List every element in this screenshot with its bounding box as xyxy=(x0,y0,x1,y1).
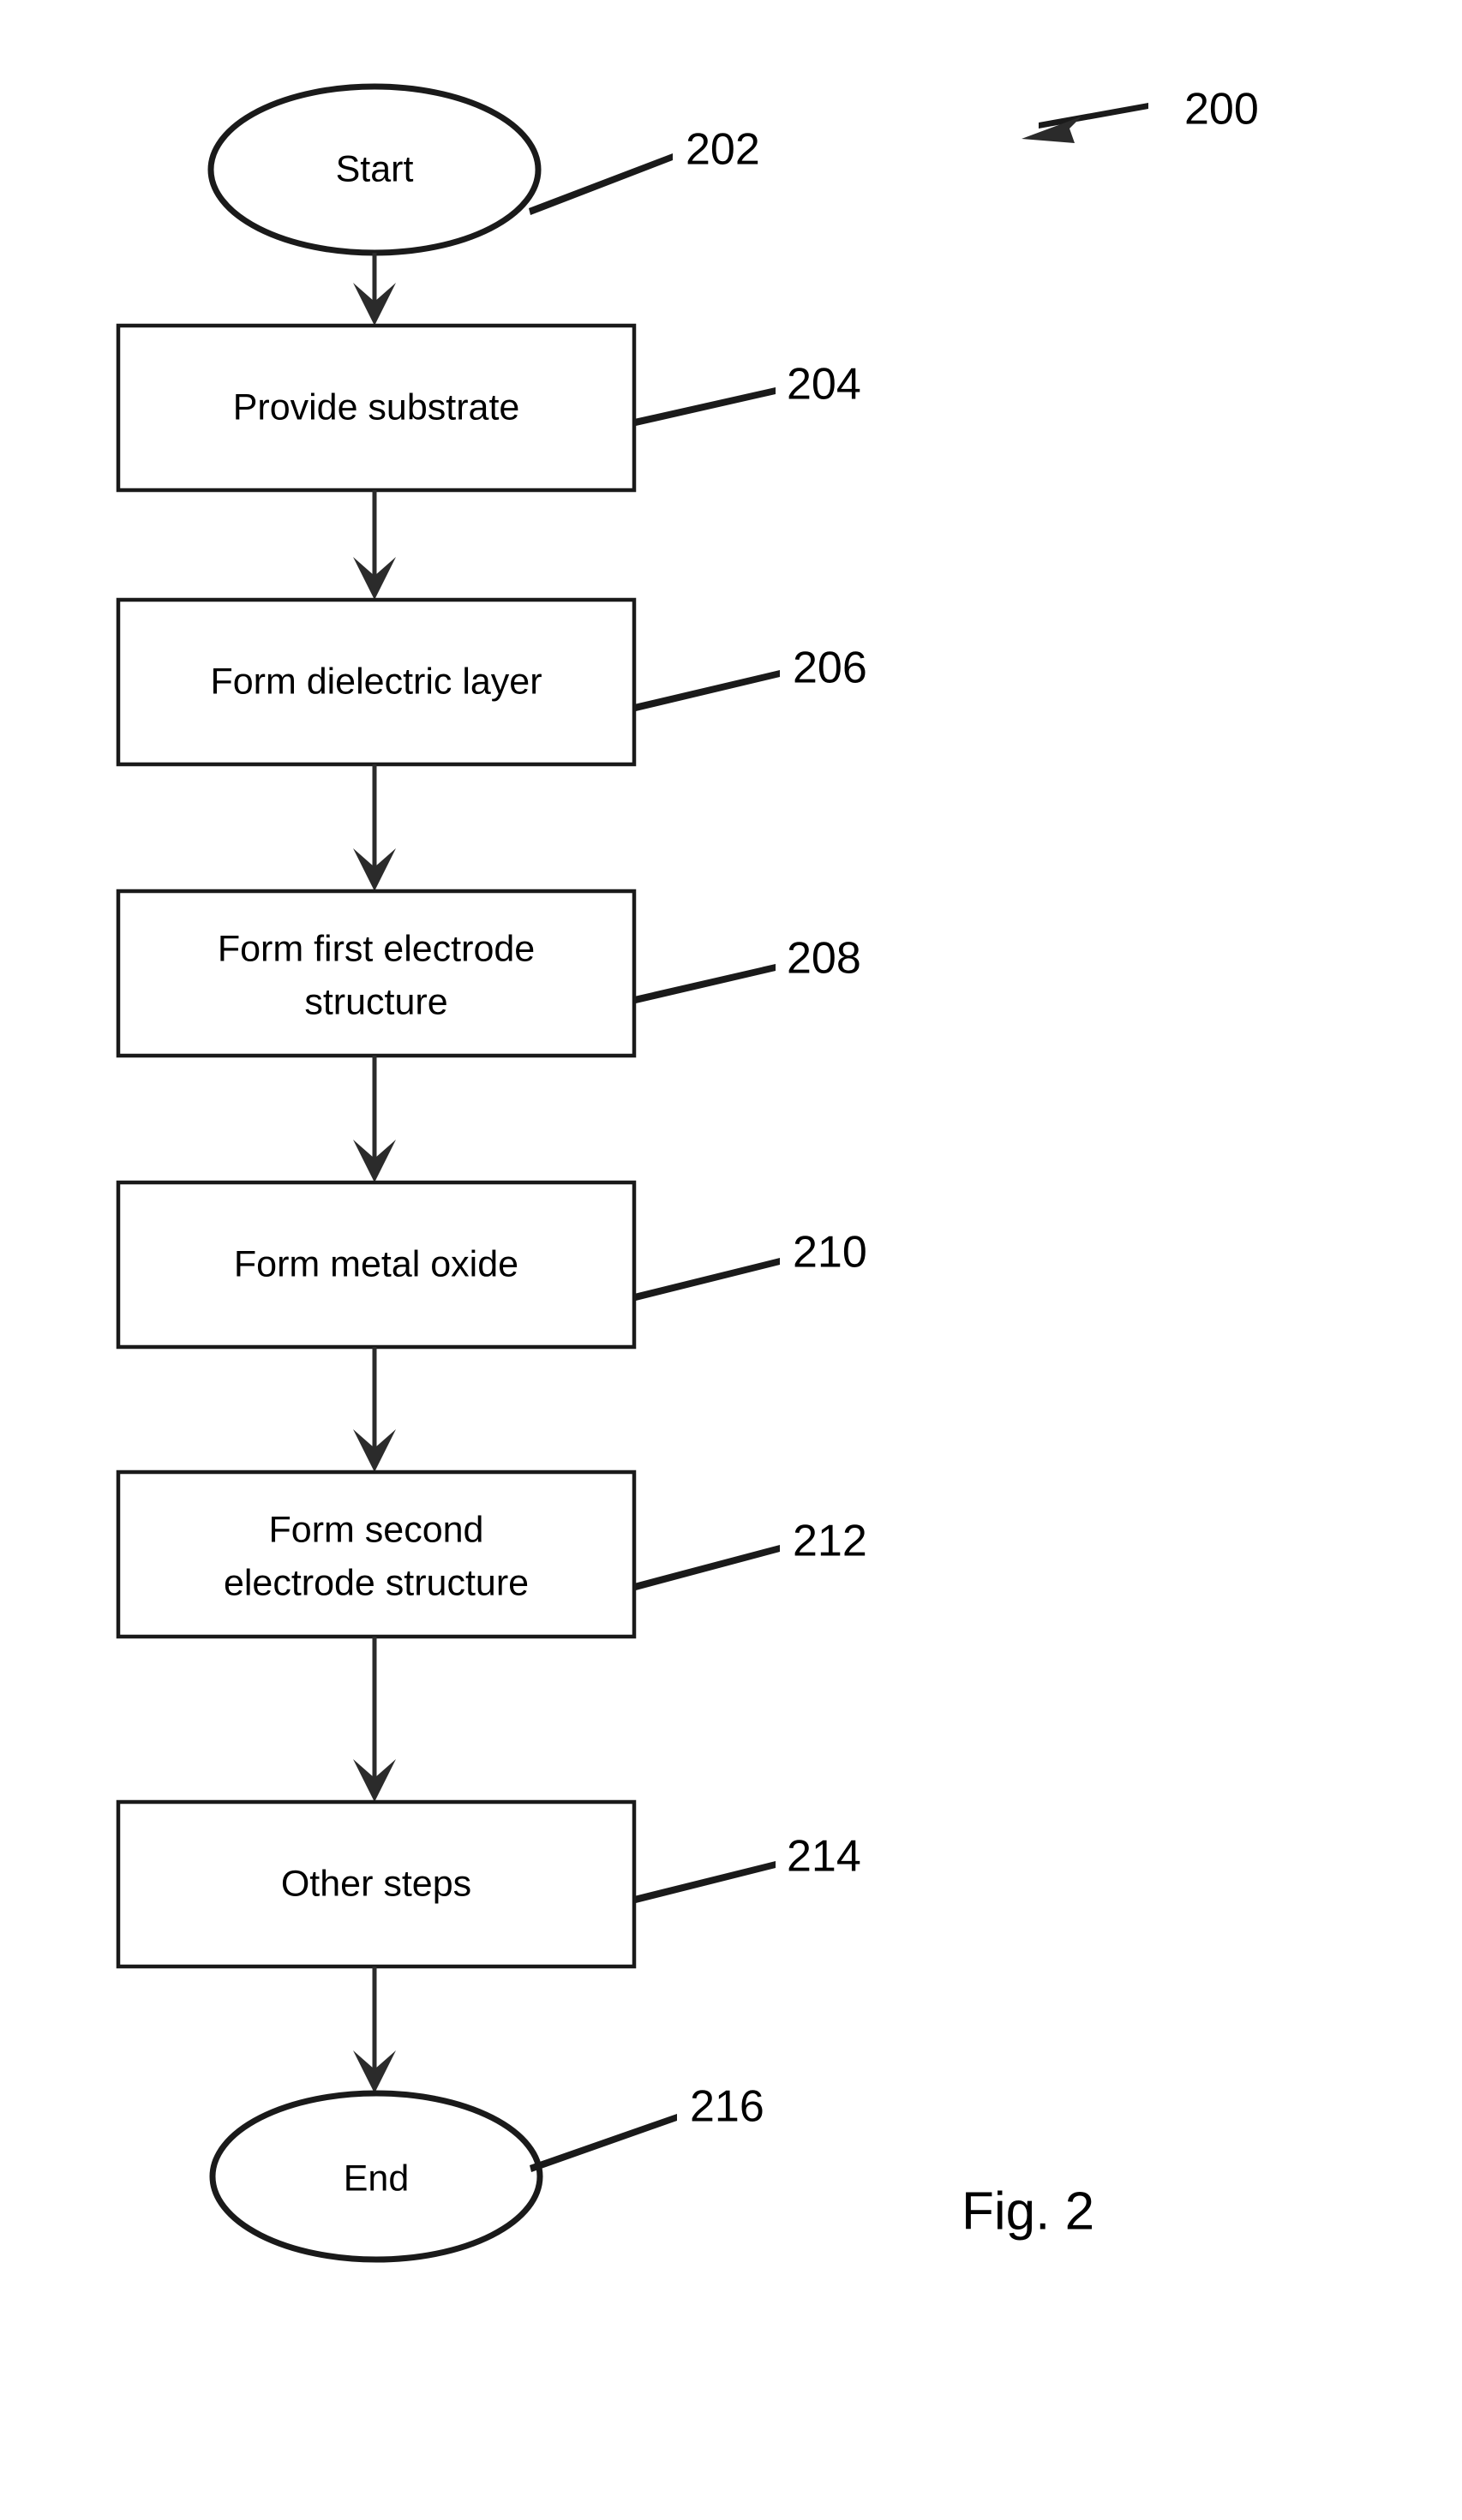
connector-provide-substrate-to-form-dielectric-layer xyxy=(353,490,396,600)
provide-substrate-leader-line xyxy=(634,387,776,426)
leader-form-metal-oxide xyxy=(634,1258,780,1301)
node-start[interactable]: Start xyxy=(207,83,542,256)
form-first-electrode-structure-leader-line xyxy=(634,964,776,1003)
form-first-electrode-structure-label-line2: structure xyxy=(304,981,447,1022)
other-steps-leader-line xyxy=(634,1861,776,1903)
start-ref-label: 202 xyxy=(686,125,760,175)
form-first-electrode-structure-label-line1: Form first electrode xyxy=(218,928,535,969)
start-leader-line xyxy=(529,153,673,215)
connector-other-steps-to-end xyxy=(353,1966,396,2093)
other-steps-ref-label: 214 xyxy=(787,1832,861,1882)
form-second-electrode-structure-label-line1: Form second xyxy=(269,1509,484,1550)
leader-form-first-electrode-structure xyxy=(634,964,776,1003)
leader-provide-substrate xyxy=(634,387,776,426)
form-metal-oxide-ref-label: 210 xyxy=(793,1228,867,1278)
leader-form-dielectric-layer xyxy=(634,670,780,711)
end-ref-label: 216 xyxy=(690,2082,764,2132)
provide-substrate-ref-label: 204 xyxy=(787,360,861,410)
connector-form-first-electrode-structure-to-form-metal-oxide xyxy=(353,1056,396,1182)
leader-end xyxy=(530,2114,677,2172)
form-metal-oxide-leader-line xyxy=(634,1258,780,1301)
form-first-electrode-structure-ref-label: 208 xyxy=(787,934,861,984)
connector-form-metal-oxide-to-form-second-electrode-structure xyxy=(353,1347,396,1472)
form-second-electrode-structure-leader-line xyxy=(634,1545,780,1590)
form-dielectric-layer-ref-label: 206 xyxy=(793,643,867,693)
overall-ref-leader-line xyxy=(1039,103,1148,129)
leader-other-steps xyxy=(634,1861,776,1903)
form-metal-oxide-label: Form metal oxide xyxy=(234,1243,518,1284)
connector-form-dielectric-layer-to-form-first-electrode-structure xyxy=(353,764,396,891)
flowchart-svg: 200 Start 202 Provide substrate 204 Form… xyxy=(116,83,1259,2263)
form-first-electrode-structure-box[interactable] xyxy=(116,889,637,1058)
form-dielectric-layer-label: Form dielectric layer xyxy=(210,661,542,702)
leader-start xyxy=(529,153,673,215)
node-end[interactable]: End xyxy=(209,2090,543,2263)
leader-form-second-electrode-structure xyxy=(634,1545,780,1590)
form-second-electrode-structure-box[interactable] xyxy=(116,1470,637,1639)
form-second-electrode-structure-label-line2: electrode structure xyxy=(224,1562,529,1603)
node-form-first-electrode-structure[interactable]: Form first electrode structure xyxy=(116,889,637,1058)
node-form-metal-oxide[interactable]: Form metal oxide xyxy=(116,1180,637,1350)
node-form-dielectric-layer[interactable]: Form dielectric layer xyxy=(116,597,637,767)
connector-form-second-electrode-structure-to-other-steps xyxy=(353,1637,396,1802)
figure-caption: Fig. 2 xyxy=(962,2182,1094,2241)
start-label: Start xyxy=(336,148,414,189)
form-second-electrode-structure-ref-label: 212 xyxy=(793,1517,867,1566)
provide-substrate-label: Provide substrate xyxy=(233,386,520,428)
node-provide-substrate[interactable]: Provide substrate xyxy=(116,323,637,493)
end-leader-line xyxy=(530,2114,677,2172)
end-label: End xyxy=(344,2158,410,2199)
overall-reference-arrow xyxy=(1022,103,1148,143)
overall-ref-label: 200 xyxy=(1184,85,1259,135)
connector-start-to-provide-substrate xyxy=(353,253,396,326)
form-dielectric-layer-leader-line xyxy=(634,670,780,711)
other-steps-label: Other steps xyxy=(281,1863,471,1904)
patent-figure-canvas: 200 Start 202 Provide substrate 204 Form… xyxy=(0,0,1462,2520)
node-form-second-electrode-structure[interactable]: Form second electrode structure xyxy=(116,1470,637,1639)
node-other-steps[interactable]: Other steps xyxy=(116,1799,637,1969)
